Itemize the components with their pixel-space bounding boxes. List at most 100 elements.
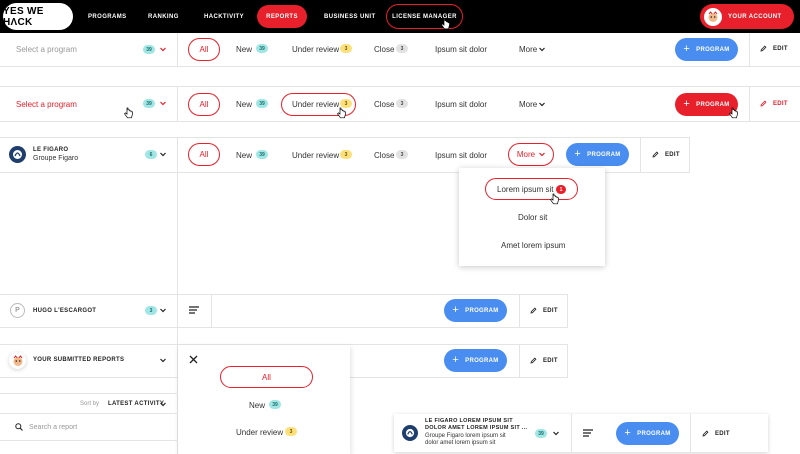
edit-button[interactable]: EDIT [530,307,558,314]
nav-hacktivity[interactable]: HACKTIVITY [204,0,244,33]
add-program-button[interactable]: + PROGRAM [444,299,507,322]
filter-new[interactable]: New [236,45,252,54]
search-input[interactable]: Search a report [29,424,77,431]
divider [211,294,212,328]
hamburger-icon[interactable] [189,306,199,314]
program-count-badge: 3 [145,306,157,315]
filter-close[interactable]: Close [374,100,394,109]
pointer-hand-icon [441,18,450,30]
program-count-badge: 39 [535,429,547,438]
under-review-count-badge: 3 [340,150,352,159]
program-name-line1: LE FIGARO LOREM IPSUM SIT [425,418,513,424]
program-name: HUGO L'ESCARGOT [33,308,97,314]
divider [519,294,520,328]
figaro-emblem-icon [405,428,415,438]
divider [350,377,568,378]
select-program-placeholder-active[interactable]: Select a program [16,100,77,109]
close-count-badge: 3 [396,44,408,53]
edit-label: EDIT [715,430,730,437]
edit-button[interactable]: EDIT [702,430,730,437]
edit-button[interactable]: EDIT [760,45,788,52]
hamburger-icon[interactable] [583,429,593,437]
account-label: YOUR ACCOUNT [728,13,782,20]
more-label: More [519,45,538,54]
program-button-label: PROGRAM [637,430,671,437]
filter-under-review[interactable]: Under review [292,45,339,54]
program-button-label: PROGRAM [465,357,499,364]
menu-item-dolor-sit[interactable]: Dolor sit [518,213,547,222]
new-count-badge: 39 [269,400,281,409]
add-program-button[interactable]: + PROGRAM [566,143,629,166]
add-program-button[interactable]: + PROGRAM [616,422,679,445]
filter-ipsum[interactable]: Ipsum sit dolor [435,100,487,109]
chevron-down-icon[interactable] [160,101,166,106]
edit-label: EDIT [543,357,558,364]
add-program-button[interactable]: + PROGRAM [444,349,507,372]
your-account-button[interactable]: YOUR ACCOUNT [700,4,794,29]
chevron-down-icon [539,47,545,52]
divider [0,393,178,394]
mobile-filter-new[interactable]: New [249,401,265,410]
new-count-badge: 39 [256,44,268,53]
mobile-filter-all[interactable]: All [220,366,313,388]
chevron-down-icon[interactable] [160,152,166,157]
filter-all[interactable]: All [188,38,220,61]
edit-button-hovered[interactable]: EDIT [760,100,788,107]
divider [567,344,568,378]
pencil-icon [702,430,709,437]
filter-more[interactable]: More [519,100,537,109]
pointer-hand-icon [124,107,133,119]
filter-all[interactable]: All [188,143,220,166]
filter-under-review[interactable]: Under review [292,151,339,160]
nav-business-unit[interactable]: BUSINESS UNIT [324,0,376,33]
nav-ranking[interactable]: RANKING [148,0,179,33]
chevron-down-icon[interactable] [160,402,166,407]
filter-ipsum[interactable]: Ipsum sit dolor [435,151,487,160]
nav-reports[interactable]: REPORTS [257,5,307,28]
search-icon [15,423,23,431]
new-count-badge: 39 [256,150,268,159]
under-review-count-badge: 3 [340,44,352,53]
nav-programs[interactable]: PROGRAMS [88,0,127,33]
edit-button[interactable]: EDIT [530,357,558,364]
divider [0,121,800,122]
menu-item-amet-lorem-ipsum[interactable]: Amet lorem ipsum [501,241,565,250]
divider [177,86,178,122]
chevron-down-icon[interactable] [160,47,166,52]
close-icon[interactable] [189,355,198,364]
plus-icon: + [452,304,460,316]
divider [0,66,800,67]
chevron-down-icon[interactable] [160,358,166,363]
plus-icon: + [683,98,691,110]
divider [640,137,641,173]
program-company-line1: Groupe Figaro lorem ipsum sit [425,433,506,439]
add-program-button[interactable]: + PROGRAM [675,38,738,61]
program-company-line2: dolor amet lorem ipsum sit [425,440,496,446]
chevron-down-icon[interactable] [553,431,559,436]
filter-new[interactable]: New [236,151,252,160]
filter-more-open[interactable]: More [508,143,554,166]
mobile-filter-under-review[interactable]: Under review [236,428,283,437]
edit-button[interactable]: EDIT [652,151,680,158]
nav-license-manager[interactable]: LICENSE MANAGER [386,4,463,29]
hacker-avatar [9,352,26,369]
chevron-down-icon[interactable] [160,308,166,313]
sort-select[interactable]: LATEST ACTIVITY [108,401,164,407]
filter-close[interactable]: Close [374,151,394,160]
divider [0,327,568,328]
filter-all[interactable]: All [188,93,220,116]
close-count-badge: 3 [396,99,408,108]
filter-new[interactable]: New [236,100,252,109]
pointer-hand-icon [337,107,346,119]
filter-more[interactable]: More [519,45,537,54]
pencil-icon [760,45,767,52]
divider [0,377,178,378]
new-count-badge: 39 [256,99,268,108]
pencil-icon [652,151,659,158]
filter-ipsum[interactable]: Ipsum sit dolor [435,45,487,54]
select-program-placeholder[interactable]: Select a program [16,45,77,54]
filter-close[interactable]: Close [374,45,394,54]
pencil-icon [530,357,537,364]
yeswehack-logo[interactable]: YES WE HΛCK [3,3,73,30]
divider [0,294,568,295]
